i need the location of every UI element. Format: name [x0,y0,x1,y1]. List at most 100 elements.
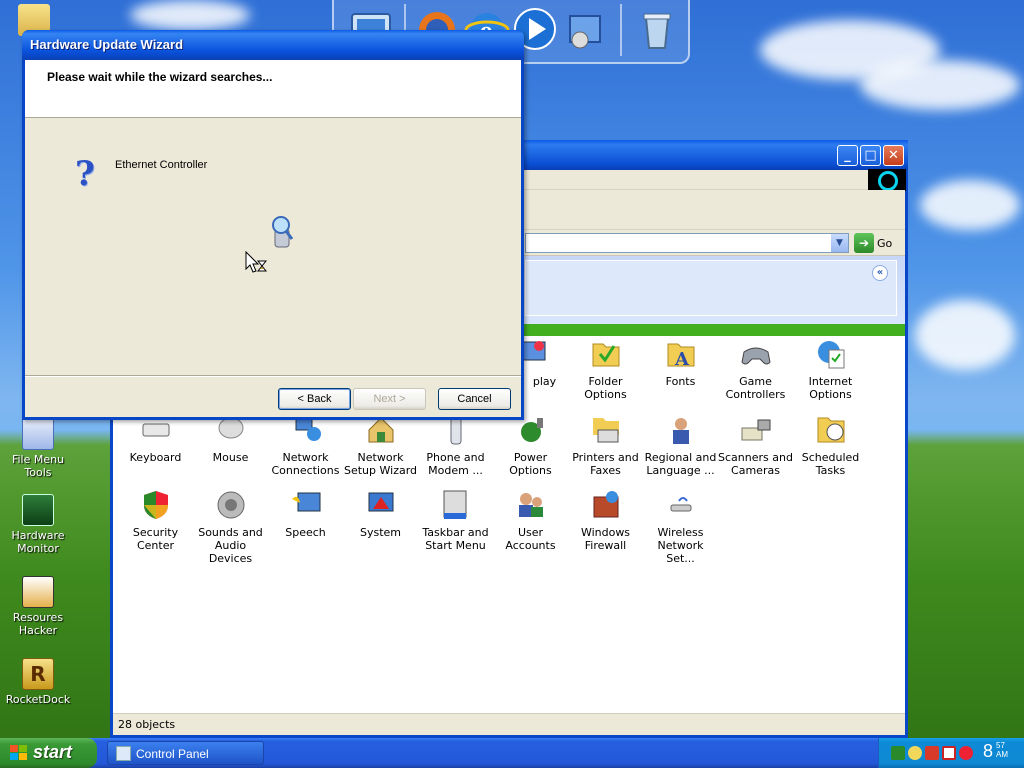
wizard-body: ? Ethernet Controller [25,119,521,371]
cp-item-windows-firewall[interactable]: Windows Firewall [568,489,643,552]
close-button[interactable]: ✕ [883,145,904,166]
scanner-icon [740,414,772,446]
cp-item-label: Regional and Language ... [644,451,717,477]
cp-item-sounds-audio[interactable]: Sounds and Audio Devices [193,489,268,565]
cp-item-label: Security Center [132,526,179,552]
shield-icon [140,489,172,521]
cp-item-label: User Accounts [505,526,556,552]
collapse-icon[interactable]: « [872,265,888,281]
dock-separator [620,4,622,56]
cp-item-label: Internet Options [808,375,853,401]
hammer-icon [22,576,54,608]
wizard-titlebar[interactable]: Hardware Update Wizard [22,30,524,60]
cp-item-power-options[interactable]: Power Options [493,414,568,477]
cp-item-label: Phone and Modem ... [426,451,485,477]
cp-item-mouse[interactable]: Mouse [193,414,268,464]
next-button[interactable]: Next > [353,388,426,410]
cp-item-fonts[interactable]: A Fonts [643,338,718,388]
recycle-bin-icon [643,13,671,49]
cp-item-scheduled-tasks[interactable]: Scheduled Tasks [793,414,868,477]
clock-hour: 8 [983,741,994,761]
cp-item-system[interactable]: System [343,489,418,539]
go-button[interactable]: Go [877,237,892,250]
security-alert-icon[interactable] [925,746,939,760]
taskbar-button-label: Control Panel [136,747,209,761]
cp-item-speech[interactable]: Speech [268,489,343,539]
address-input[interactable]: ▼ [525,233,849,253]
control-panel-icon [116,746,131,761]
minimize-button[interactable]: _ [837,145,858,166]
desktop-icon-label: Resoures Hacker [12,611,64,637]
clock-ampm: AM [996,750,1008,759]
cp-item-network-setup-wizard[interactable]: Network Setup Wizard [343,414,418,477]
safely-remove-icon[interactable] [891,746,905,760]
cp-item-taskbar-start-menu[interactable]: Taskbar and Start Menu [418,489,493,552]
desktop-icon-rocketdock[interactable]: R RocketDock [0,658,78,706]
svg-text:A: A [674,349,690,370]
desktop-icon-hardware-monitor[interactable]: Hardware Monitor [0,494,78,555]
cp-item-scanners-cameras[interactable]: Scanners and Cameras [718,414,793,477]
cp-item-label: Printers and Faxes [572,451,639,477]
status-text: 28 objects [118,718,176,731]
wizard-header: Please wait while the wizard searches... [25,60,521,118]
dock-item-recycle-bin[interactable] [634,6,680,52]
cp-item-security-center[interactable]: Security Center [118,489,193,552]
cp-item-label: System [359,526,402,539]
cp-item-internet-options[interactable]: Internet Options [793,338,868,401]
cp-item-user-accounts[interactable]: User Accounts [493,489,568,552]
smiley-icon[interactable] [908,746,922,760]
busy-cursor-icon [245,250,269,277]
gamepad-icon [740,338,772,370]
device-name: Ethernet Controller [115,159,208,171]
control-panel-icon [569,15,601,49]
windows-logo-icon [10,745,27,760]
clock[interactable]: 8 57 AM [983,741,1008,762]
maximize-button[interactable]: □ [860,145,881,166]
desktop-icon-label: RocketDock [5,693,71,706]
cp-item-label: Fonts [665,375,696,388]
cp-item-regional-language[interactable]: Regional and Language ... [643,414,718,477]
regional-icon [665,414,697,446]
desktop-icon-file-menu-tools[interactable]: File Menu Tools [0,418,78,479]
cp-item-wireless-network[interactable]: Wireless Network Set... [643,489,718,565]
users-icon [515,489,547,521]
start-button[interactable]: start [0,738,97,768]
desktop-icon-resources-hacker[interactable]: Resoures Hacker [0,576,78,637]
cp-item-label: Wireless Network Set... [657,526,704,565]
desktop-icon-label: File Menu Tools [11,453,65,479]
cp-item-label: Windows Firewall [580,526,631,552]
scheduled-tasks-icon [815,414,847,446]
banner-panel: « [525,260,897,316]
cloud [915,300,1015,370]
internet-options-icon [815,338,847,370]
cp-item-printers-faxes[interactable]: Printers and Faxes [568,414,643,477]
file-menu-tools-icon [22,418,54,450]
searching-animation-icon [269,215,297,249]
cp-item-folder-options[interactable]: Folder Options [568,338,643,401]
system-tray: 8 57 AM [878,738,1024,768]
first-aid-icon[interactable] [942,746,956,760]
cp-item-label: Taskbar and Start Menu [422,526,489,552]
cancel-button[interactable]: Cancel [438,388,511,410]
cp-item-label: Sounds and Audio Devices [198,526,263,565]
speech-icon [290,489,322,521]
cloud [920,180,1020,230]
error-icon[interactable] [959,746,973,760]
desktop-icon-label: Hardware Monitor [11,529,65,555]
back-button[interactable]: < Back [278,388,351,410]
hardware-monitor-icon [22,494,54,526]
cloud [860,60,1020,110]
windows-throbber [868,169,906,191]
cp-item-label: Scheduled Tasks [801,451,860,477]
cp-item-network-connections[interactable]: Network Connections [268,414,343,477]
cp-item-game-controllers[interactable]: Game Controllers [718,338,793,401]
taskbar: start Control Panel 8 57 AM [0,738,1024,768]
cp-item-phone-modem[interactable]: Phone and Modem ... [418,414,493,477]
cp-item-label: Mouse [212,451,249,464]
taskbar-button-control-panel[interactable]: Control Panel [107,741,264,765]
cp-item-keyboard[interactable]: Keyboard [118,414,193,464]
question-mark-icon: ? [75,154,95,194]
go-arrow-icon[interactable]: ➔ [854,233,874,253]
chevron-down-icon[interactable]: ▼ [831,234,848,252]
dock-item-control-panel[interactable] [562,6,608,52]
